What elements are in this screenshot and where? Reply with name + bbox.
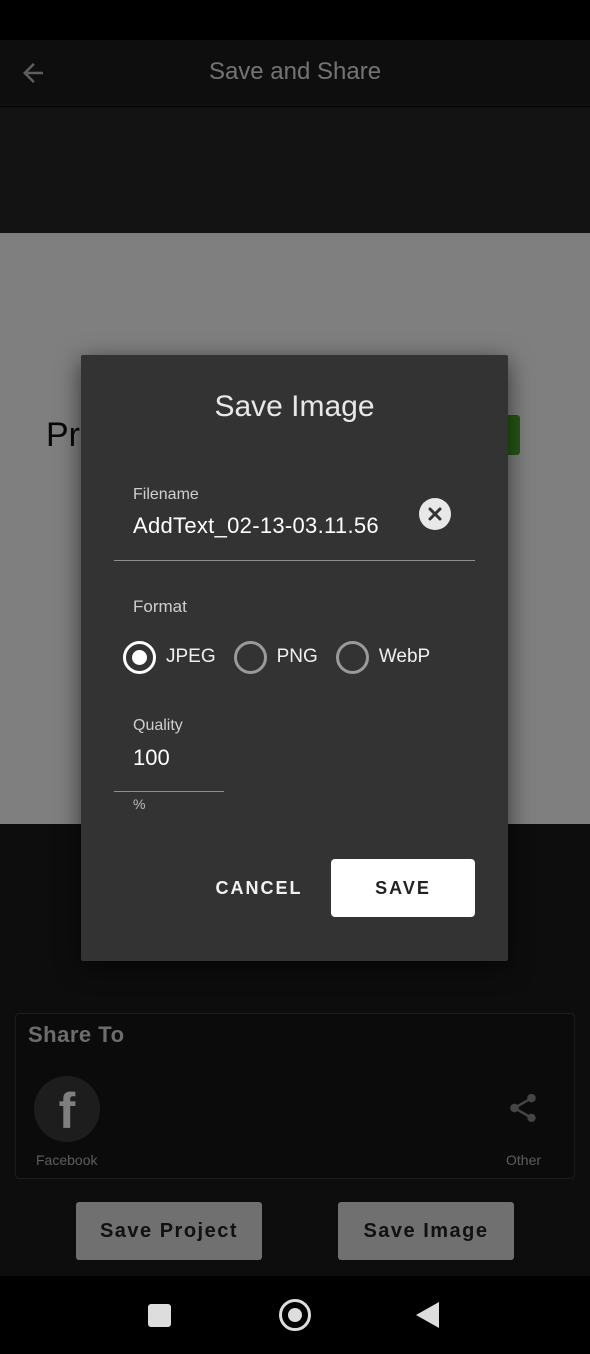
format-option-jpeg[interactable]: JPEG [123,640,216,674]
save-image-dialog: Save Image Filename AddText_02-13-03.11.… [81,355,508,961]
filename-label: Filename [133,486,199,503]
format-option-png[interactable]: PNG [233,640,318,674]
save-button[interactable]: SAVE [331,859,475,917]
format-label: Format [133,597,187,616]
cancel-button[interactable]: CANCEL [209,859,309,917]
quality-label: Quality [133,717,183,734]
format-option-webp[interactable]: WebP [335,640,431,674]
radio-unchecked-icon [233,640,267,674]
quality-field[interactable]: 100 [133,745,170,771]
square-recents-icon[interactable] [148,1304,171,1327]
format-option-label: PNG [276,646,318,667]
format-radio-group: JPEG PNG WebP [123,640,448,674]
filename-field[interactable]: AddText_02-13-03.11.56 [133,513,379,539]
dialog-title: Save Image [214,390,375,423]
clear-icon [428,507,442,521]
home-dot [288,1308,302,1322]
system-nav-bar [0,1276,590,1354]
quality-suffix: % [133,796,146,812]
quality-underline [114,791,224,792]
filename-underline [114,560,475,561]
triangle-back-icon[interactable] [416,1302,439,1328]
radio-unchecked-icon [335,640,369,674]
format-option-label: JPEG [166,646,216,667]
radio-checked-icon [123,640,156,674]
format-option-label: WebP [378,646,431,667]
circle-home-icon[interactable] [279,1299,311,1331]
clear-filename-button[interactable] [419,498,451,530]
